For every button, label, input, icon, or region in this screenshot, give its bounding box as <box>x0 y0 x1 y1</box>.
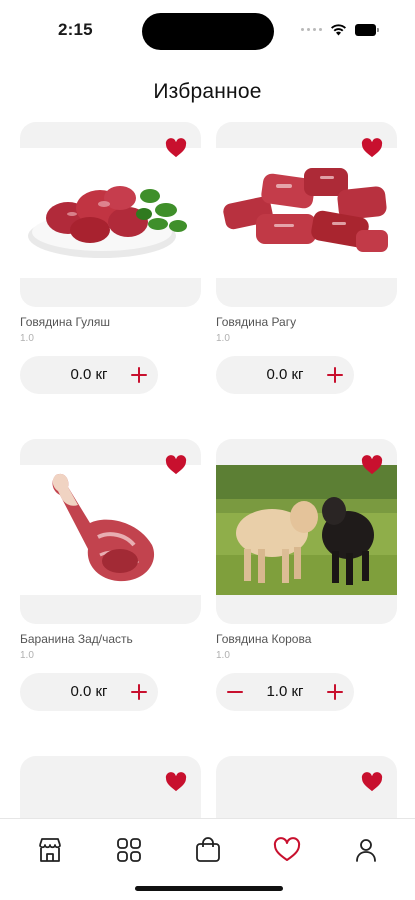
page-title: Избранное <box>153 80 262 103</box>
status-time: 2:15 <box>58 20 93 39</box>
catalog-grid-icon[interactable] <box>114 835 144 865</box>
product-unit: 1.0 <box>20 650 34 661</box>
favorite-heart-icon[interactable] <box>361 772 383 792</box>
product-name: Говядина Рагу <box>216 315 297 329</box>
favorites-heart-icon[interactable] <box>272 835 302 865</box>
plus-icon[interactable] <box>130 683 148 701</box>
lamb-leg-photo <box>20 465 201 595</box>
favorite-heart-icon[interactable] <box>165 138 187 158</box>
product-card[interactable]: Баранина Зад/часть 1.0 0.0 кг <box>20 439 201 711</box>
beef-goulash-photo <box>20 148 201 278</box>
quantity-stepper[interactable]: 0.0 кг <box>20 673 158 711</box>
quantity-stepper[interactable]: 0.0 кг <box>216 356 354 394</box>
wifi-icon <box>331 24 346 36</box>
product-image-container[interactable] <box>216 122 397 307</box>
beef-stew-photo <box>216 148 397 278</box>
plus-icon[interactable] <box>326 366 344 384</box>
favorite-heart-icon[interactable] <box>165 772 187 792</box>
favorite-heart-icon[interactable] <box>165 455 187 475</box>
cart-bag-icon[interactable] <box>193 835 223 865</box>
product-name: Говядина Гуляш <box>20 315 111 329</box>
product-unit: 1.0 <box>216 333 230 344</box>
product-card[interactable]: Говядина Корова 1.0 1.0 кг <box>216 439 397 711</box>
home-indicator <box>135 886 283 891</box>
cows-photo <box>216 465 397 595</box>
favorite-heart-icon[interactable] <box>361 138 383 158</box>
quantity-stepper[interactable]: 1.0 кг <box>216 673 354 711</box>
battery-icon <box>355 23 379 36</box>
product-card[interactable]: Говядина Гуляш 1.0 0.0 кг <box>20 122 201 394</box>
favorites-screen: 2:15 Избранное Говядина Гуляш 1.0 0.0 кг… <box>0 0 415 900</box>
product-name: Баранина Зад/часть <box>20 632 133 646</box>
product-image-container[interactable] <box>20 122 201 307</box>
plus-icon[interactable] <box>326 683 344 701</box>
product-unit: 1.0 <box>216 650 230 661</box>
signal-icon <box>301 28 322 31</box>
favorite-heart-icon[interactable] <box>361 455 383 475</box>
product-unit: 1.0 <box>20 333 34 344</box>
product-card[interactable]: Говядина Рагу 1.0 0.0 кг <box>216 122 397 394</box>
product-image-container[interactable] <box>20 439 201 624</box>
quantity-stepper[interactable]: 0.0 кг <box>20 356 158 394</box>
shop-icon[interactable] <box>35 835 65 865</box>
dynamic-island <box>142 13 274 50</box>
profile-icon[interactable] <box>351 835 381 865</box>
plus-icon[interactable] <box>130 366 148 384</box>
status-bar: 2:15 <box>0 0 415 62</box>
product-image-container[interactable] <box>216 439 397 624</box>
status-icons <box>301 23 379 36</box>
product-name: Говядина Корова <box>216 632 312 646</box>
